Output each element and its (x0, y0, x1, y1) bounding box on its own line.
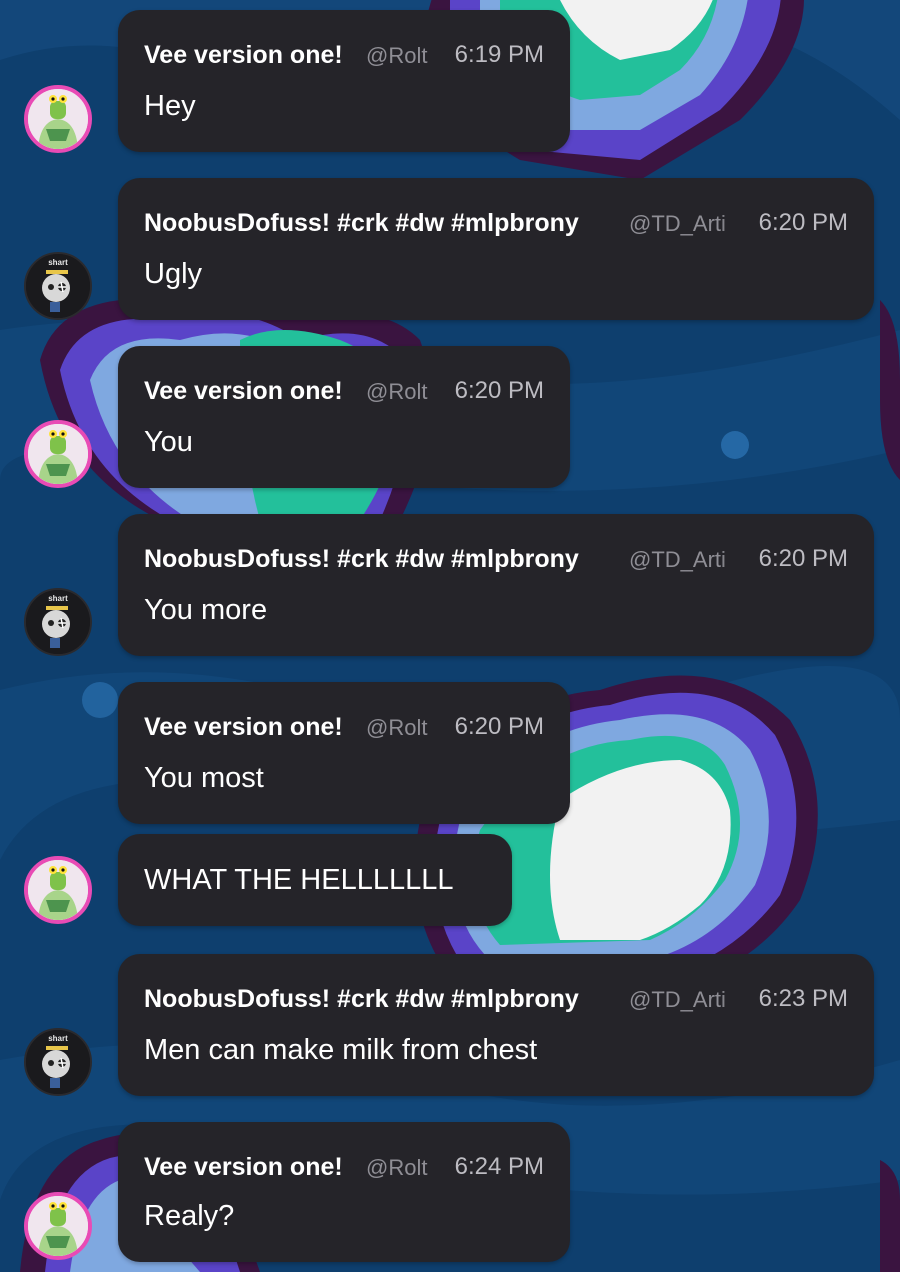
author-handle: @Rolt (366, 1155, 428, 1180)
message-text: You more (144, 594, 268, 626)
frog-character-avatar-icon (28, 1196, 88, 1256)
message-bubble[interactable]: Vee version one! @Rolt 6:24 PM Realy? (118, 1122, 570, 1262)
avatar-noobus[interactable]: shart (24, 1028, 92, 1096)
frog-character-avatar-icon (28, 89, 88, 149)
message-time: 6:23 PM (758, 985, 848, 1012)
message-header: Vee version one! @Rolt 6:19 PM (144, 38, 544, 72)
message-bubble[interactable]: NoobusDofuss! #crk #dw #mlpbrony @TD_Art… (118, 954, 874, 1096)
message-text: Realy? (144, 1200, 235, 1232)
message-text: WHAT THE HELLLLLLL (144, 864, 454, 896)
avatar-label: shart (48, 1034, 68, 1043)
handle-fade (722, 542, 736, 576)
message-7: shart NoobusDofuss! #crk #dw #mlpbrony @… (0, 954, 900, 1096)
message-bubble[interactable]: NoobusDofuss! #crk #dw #mlpbrony @TD_Art… (118, 514, 874, 656)
message-5: Vee version one! @Rolt 6:20 PM You most (0, 682, 900, 824)
message-time: 6:19 PM (454, 41, 544, 68)
frog-character-avatar-icon (28, 424, 88, 484)
author-name[interactable]: NoobusDofuss! #crk #dw #mlpbrony (144, 542, 579, 576)
message-1: Vee version one! @Rolt 6:19 PM Hey (0, 10, 900, 153)
message-bubble[interactable]: Vee version one! @Rolt 6:19 PM Hey (118, 10, 570, 152)
avatar-vee[interactable] (24, 856, 92, 924)
message-8: Vee version one! @Rolt 6:24 PM Realy? (0, 1122, 900, 1264)
avatar-vee[interactable] (24, 85, 92, 153)
handle-fade (722, 206, 736, 240)
author-name[interactable]: Vee version one! (144, 710, 343, 744)
message-time: 6:20 PM (454, 713, 544, 740)
author-handle: @Rolt (366, 715, 428, 740)
avatar-noobus[interactable]: shart (24, 252, 92, 320)
skull-character-avatar-icon: shart (26, 1030, 90, 1094)
message-header: NoobusDofuss! #crk #dw #mlpbrony @TD_Art… (144, 982, 848, 1016)
avatar-label: shart (48, 258, 68, 267)
author-handle: @TD_Arti (629, 211, 726, 236)
avatar-vee[interactable] (24, 420, 92, 488)
message-time: 6:20 PM (454, 377, 544, 404)
message-2: shart NoobusDofuss! #crk #dw #mlpbrony @… (0, 178, 900, 320)
message-time: 6:20 PM (758, 545, 848, 572)
author-name[interactable]: Vee version one! (144, 374, 343, 408)
author-name[interactable]: Vee version one! (144, 38, 343, 72)
author-handle: @Rolt (366, 379, 428, 404)
message-header: NoobusDofuss! #crk #dw #mlpbrony @TD_Art… (144, 206, 848, 240)
message-header: Vee version one! @Rolt 6:20 PM (144, 374, 544, 408)
message-text: You most (144, 762, 264, 794)
avatar-noobus[interactable]: shart (24, 588, 92, 656)
author-handle: @TD_Arti (629, 547, 726, 572)
message-header: NoobusDofuss! #crk #dw #mlpbrony @TD_Art… (144, 542, 848, 576)
author-name[interactable]: NoobusDofuss! #crk #dw #mlpbrony (144, 982, 579, 1016)
message-bubble[interactable]: NoobusDofuss! #crk #dw #mlpbrony @TD_Art… (118, 178, 874, 320)
skull-character-avatar-icon: shart (26, 254, 90, 318)
message-time: 6:20 PM (758, 209, 848, 236)
message-3: Vee version one! @Rolt 6:20 PM You (0, 346, 900, 488)
author-handle: @Rolt (366, 43, 428, 68)
frog-character-avatar-icon (28, 860, 88, 920)
author-name[interactable]: NoobusDofuss! #crk #dw #mlpbrony (144, 206, 579, 240)
message-text: You (144, 426, 193, 458)
author-name[interactable]: Vee version one! (144, 1150, 343, 1184)
message-bubble[interactable]: Vee version one! @Rolt 6:20 PM You most (118, 682, 570, 824)
message-text: Men can make milk from chest (144, 1034, 538, 1066)
message-6: WHAT THE HELLLLLLL (0, 834, 900, 926)
skull-character-avatar-icon: shart (26, 590, 90, 654)
message-text: Ugly (144, 258, 203, 290)
message-header: Vee version one! @Rolt 6:20 PM (144, 710, 544, 744)
message-time: 6:24 PM (454, 1153, 544, 1180)
message-bubble[interactable]: WHAT THE HELLLLLLL (118, 834, 512, 926)
avatar-label: shart (48, 594, 68, 603)
message-header: Vee version one! @Rolt 6:24 PM (144, 1150, 544, 1184)
avatar-vee[interactable] (24, 1192, 92, 1260)
author-handle: @TD_Arti (629, 987, 726, 1012)
message-text: Hey (144, 90, 196, 122)
message-bubble[interactable]: Vee version one! @Rolt 6:20 PM You (118, 346, 570, 488)
handle-fade (722, 982, 736, 1016)
message-4: shart NoobusDofuss! #crk #dw #mlpbrony @… (0, 514, 900, 656)
